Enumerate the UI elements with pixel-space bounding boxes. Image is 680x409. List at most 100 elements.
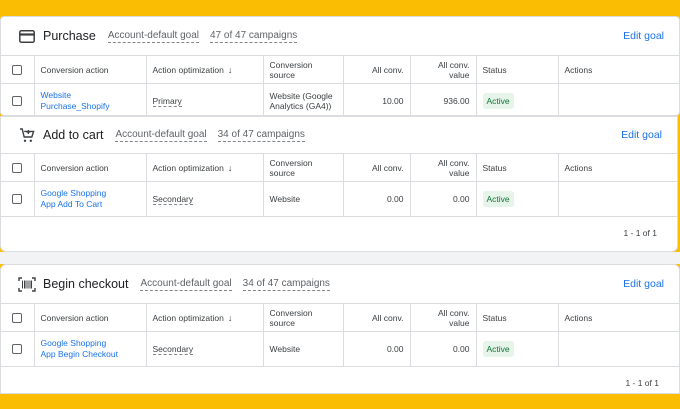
column-header-status[interactable]: Status	[475, 153, 558, 182]
column-header-all-conv[interactable]: All conv.	[342, 55, 410, 84]
row-checkbox[interactable]	[12, 96, 23, 107]
select-all-checkbox-cell[interactable]	[1, 153, 34, 182]
all-conv-cell: 0.00	[342, 181, 410, 216]
column-header-conversion-source[interactable]: Conversion source	[262, 153, 343, 182]
column-header-action-optimization[interactable]: Action optimization ↓	[145, 153, 263, 182]
edit-goal-button[interactable]: Edit goal	[621, 129, 662, 141]
campaigns-link[interactable]: 34 of 47 campaigns	[217, 129, 305, 142]
status-badge: Active	[482, 340, 514, 357]
column-header-conversion-source[interactable]: Conversion source	[262, 55, 343, 84]
conversion-source-cell: Website	[262, 331, 343, 366]
credit-card-icon	[17, 26, 37, 46]
all-conv-value-cell: 0.00	[409, 181, 476, 216]
goal-title: Add to cart	[43, 128, 104, 142]
table-row: Website Purchase_Shopify Primary Website…	[1, 83, 679, 115]
column-header-conversion-action[interactable]: Conversion action	[33, 153, 146, 182]
optimization-value[interactable]: Secondary	[152, 193, 194, 205]
optimization-cell: Primary	[145, 83, 263, 115]
column-header-all-conv-value[interactable]: All conv. value	[409, 303, 476, 332]
optimization-value[interactable]: Primary	[152, 95, 182, 107]
column-header-label: Action optimization	[152, 64, 224, 75]
row-checkbox-cell[interactable]	[1, 331, 34, 366]
pagination: 1 - 1 of 1	[1, 365, 679, 394]
conversion-action-link[interactable]: App Add To Cart	[41, 199, 140, 210]
column-header-status[interactable]: Status	[475, 55, 558, 84]
goal-header: Begin checkout Account-default goal 34 o…	[1, 265, 679, 303]
sort-arrow-down-icon: ↓	[227, 64, 233, 75]
actions-cell	[557, 83, 679, 115]
optimization-cell: Secondary	[145, 331, 263, 366]
column-header-actions: Actions	[557, 303, 679, 332]
column-header-label: Action optimization	[152, 312, 224, 323]
all-conv-cell: 10.00	[342, 83, 410, 115]
conversion-action-cell[interactable]: Google Shopping App Add To Cart	[33, 181, 146, 216]
pagination-label: 1 - 1 of 1	[623, 228, 657, 238]
column-header-conversion-action[interactable]: Conversion action	[33, 303, 146, 332]
conversion-action-link[interactable]: Google Shopping	[41, 188, 140, 199]
section-gap	[0, 252, 680, 264]
select-all-checkbox[interactable]	[12, 312, 23, 323]
pagination-label: 1 - 1 of 1	[625, 378, 659, 388]
table-row: Google Shopping App Add To Cart Secondar…	[1, 181, 677, 216]
column-header-conversion-source[interactable]: Conversion source	[262, 303, 343, 332]
all-conv-cell: 0.00	[342, 331, 410, 366]
row-checkbox-cell[interactable]	[1, 181, 34, 216]
column-header-conversion-action[interactable]: Conversion action	[33, 55, 146, 84]
status-cell: Active	[475, 83, 558, 115]
goal-type-link[interactable]: Account-default goal	[115, 129, 207, 142]
table-row: Google Shopping App Begin Checkout Secon…	[1, 331, 679, 366]
column-header-action-optimization[interactable]: Action optimization ↓	[145, 55, 263, 84]
status-cell: Active	[475, 331, 558, 366]
actions-cell	[557, 331, 679, 366]
goal-card-add-to-cart: Add to cart Account-default goal 34 of 4…	[0, 116, 678, 252]
table-header-row: Conversion action Action optimization ↓ C…	[1, 303, 679, 332]
column-header-all-conv[interactable]: All conv.	[342, 303, 410, 332]
goal-card-begin-checkout: Begin checkout Account-default goal 34 o…	[0, 264, 680, 394]
conversion-action-link[interactable]: App Begin Checkout	[41, 349, 140, 360]
goal-type-link[interactable]: Account-default goal	[140, 278, 232, 291]
column-header-all-conv-value[interactable]: All conv. value	[409, 153, 476, 182]
edit-goal-button[interactable]: Edit goal	[623, 30, 664, 42]
goal-type-link[interactable]: Account-default goal	[107, 30, 199, 43]
column-header-action-optimization[interactable]: Action optimization ↓	[145, 303, 263, 332]
goal-header: Purchase Account-default goal 47 of 47 c…	[1, 17, 679, 55]
cart-icon	[17, 125, 37, 145]
conversion-source-cell: Website	[262, 181, 343, 216]
optimization-value[interactable]: Secondary	[152, 343, 194, 355]
column-header-label: Action optimization	[152, 162, 224, 173]
goal-title: Begin checkout	[43, 277, 129, 291]
select-all-checkbox-cell[interactable]	[1, 55, 34, 84]
conversion-action-link[interactable]: Purchase_Shopify	[41, 101, 140, 112]
table-header-row: Conversion action Action optimization ↓ C…	[1, 153, 677, 182]
status-badge: Active	[482, 190, 514, 207]
sort-arrow-down-icon: ↓	[227, 162, 233, 173]
campaigns-link[interactable]: 34 of 47 campaigns	[242, 278, 330, 291]
column-header-all-conv[interactable]: All conv.	[342, 153, 410, 182]
row-checkbox[interactable]	[12, 194, 23, 205]
all-conv-value-cell: 936.00	[409, 83, 476, 115]
status-badge: Active	[482, 92, 514, 109]
pagination: 1 - 1 of 1	[1, 215, 677, 250]
goal-card-purchase: Purchase Account-default goal 47 of 47 c…	[0, 16, 680, 116]
column-header-all-conv-value[interactable]: All conv. value	[409, 55, 476, 84]
conversion-action-cell[interactable]: Google Shopping App Begin Checkout	[33, 331, 146, 366]
conversion-action-link[interactable]: Website	[41, 90, 140, 101]
conversion-actions-table: Conversion action Action optimization ↓ C…	[1, 303, 679, 366]
actions-cell	[557, 181, 677, 216]
status-cell: Active	[475, 181, 558, 216]
conversion-action-link[interactable]: Google Shopping	[41, 338, 140, 349]
campaigns-link[interactable]: 47 of 47 campaigns	[209, 30, 298, 43]
goal-title: Purchase	[43, 29, 96, 43]
select-all-checkbox[interactable]	[12, 162, 23, 173]
conversion-action-cell[interactable]: Website Purchase_Shopify	[33, 83, 146, 115]
row-checkbox[interactable]	[12, 344, 23, 355]
column-header-status[interactable]: Status	[475, 303, 558, 332]
conversion-source-cell: Website (Google Analytics (GA4))	[262, 83, 343, 115]
barcode-icon	[17, 274, 37, 294]
select-all-checkbox-cell[interactable]	[1, 303, 34, 332]
all-conv-value-cell: 0.00	[409, 331, 476, 366]
row-checkbox-cell[interactable]	[1, 83, 34, 115]
edit-goal-button[interactable]: Edit goal	[623, 278, 664, 290]
goal-header: Add to cart Account-default goal 34 of 4…	[1, 117, 677, 153]
select-all-checkbox[interactable]	[12, 64, 23, 75]
